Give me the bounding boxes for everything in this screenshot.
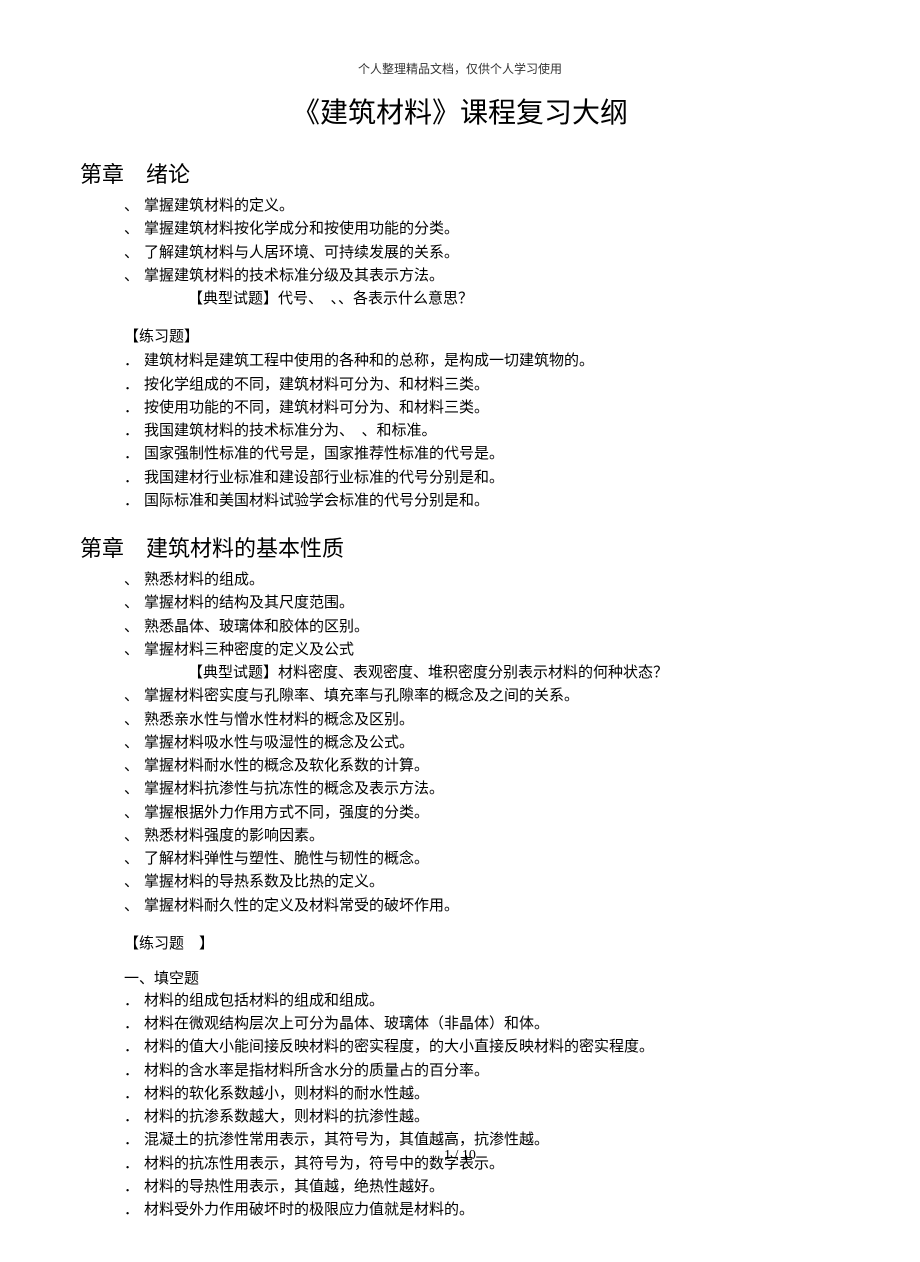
list-item: 掌握材料耐水性的概念及软化系数的计算。	[124, 755, 840, 778]
list-item: 了解材料弹性与塑性、脆性与韧性的概念。	[124, 848, 840, 871]
list-item: 材料的组成包括材料的组成和组成。	[124, 990, 840, 1013]
chapter-1-typical: 【典型试题】代号、 、、各表示什么意思？	[188, 288, 840, 311]
list-item: 我国建筑材料的技术标准分为、 、和标准。	[124, 420, 840, 443]
list-item: 熟悉亲水性与憎水性材料的概念及区别。	[124, 709, 840, 732]
list-item: 我国建材行业标准和建设部行业标准的代号分别是和。	[124, 467, 840, 490]
chapter-2-section1-label: 一、填空题	[124, 967, 840, 988]
document-page: 个人整理精品文档，仅供个人学习使用 《建筑材料》课程复习大纲 第章 绪论 掌握建…	[0, 0, 920, 1262]
list-item: 掌握材料的结构及其尺度范围。	[124, 592, 840, 615]
chapter-1-exercise-label: 【练习题】	[124, 325, 840, 346]
list-item: 掌握材料密实度与孔隙率、填充率与孔隙率的概念及之间的关系。	[124, 685, 840, 708]
list-item: 材料的值大小能间接反映材料的密实程度，的大小直接反映材料的密实程度。	[124, 1036, 840, 1059]
list-item: 按使用功能的不同，建筑材料可分为、和材料三类。	[124, 397, 840, 420]
list-item: 国家强制性标准的代号是，国家推荐性标准的代号是。	[124, 443, 840, 466]
top-note: 个人整理精品文档，仅供个人学习使用	[80, 60, 840, 77]
list-item: 材料在微观结构层次上可分为晶体、玻璃体（非晶体）和体。	[124, 1013, 840, 1036]
list-item: 掌握材料三种密度的定义及公式	[124, 639, 840, 662]
chapter-1-exercises: 建筑材料是建筑工程中使用的各种和的总称，是构成一切建筑物的。 按化学组成的不同，…	[124, 350, 840, 513]
chapter-2-exercises: 材料的组成包括材料的组成和组成。 材料在微观结构层次上可分为晶体、玻璃体（非晶体…	[124, 990, 840, 1223]
chapter-1-points: 掌握建筑材料的定义。 掌握建筑材料按化学成分和按使用功能的分类。 了解建筑材料与…	[124, 195, 840, 288]
list-item: 掌握材料抗渗性与抗冻性的概念及表示方法。	[124, 778, 840, 801]
list-item: 了解建筑材料与人居环境、可持续发展的关系。	[124, 242, 840, 265]
chapter-2-points-b: 掌握材料密实度与孔隙率、填充率与孔隙率的概念及之间的关系。 熟悉亲水性与憎水性材…	[124, 685, 840, 918]
list-item: 材料的含水率是指材料所含水分的质量占的百分率。	[124, 1060, 840, 1083]
list-item: 按化学组成的不同，建筑材料可分为、和材料三类。	[124, 374, 840, 397]
list-item: 熟悉晶体、玻璃体和胶体的区别。	[124, 616, 840, 639]
document-title: 《建筑材料》课程复习大纲	[80, 91, 840, 131]
list-item: 掌握材料吸水性与吸湿性的概念及公式。	[124, 732, 840, 755]
list-item: 材料的导热性用表示，其值越，绝热性越好。	[124, 1176, 840, 1199]
chapter-2-typical: 【典型试题】材料密度、表观密度、堆积密度分别表示材料的何种状态？	[188, 662, 840, 685]
chapter-2-title: 第章 建筑材料的基本性质	[80, 531, 840, 563]
list-item: 材料受外力作用破坏时的极限应力值就是材料的。	[124, 1199, 840, 1222]
list-item: 材料的软化系数越小，则材料的耐水性越。	[124, 1083, 840, 1106]
list-item: 掌握建筑材料的技术标准分级及其表示方法。	[124, 265, 840, 288]
chapter-1-title: 第章 绪论	[80, 157, 840, 189]
chapter-2-exercise-label: 【练习题 】	[124, 932, 840, 953]
list-item: 掌握材料的导热系数及比热的定义。	[124, 871, 840, 894]
list-item: 熟悉材料的组成。	[124, 569, 840, 592]
list-item: 建筑材料是建筑工程中使用的各种和的总称，是构成一切建筑物的。	[124, 350, 840, 373]
page-footer: 1 / 10	[0, 1148, 920, 1164]
list-item: 国际标准和美国材料试验学会标准的代号分别是和。	[124, 490, 840, 513]
list-item: 熟悉材料强度的影响因素。	[124, 825, 840, 848]
list-item: 掌握建筑材料的定义。	[124, 195, 840, 218]
list-item: 材料的抗渗系数越大，则材料的抗渗性越。	[124, 1106, 840, 1129]
list-item: 掌握材料耐久性的定义及材料常受的破坏作用。	[124, 895, 840, 918]
chapter-2-points-a: 熟悉材料的组成。 掌握材料的结构及其尺度范围。 熟悉晶体、玻璃体和胶体的区别。 …	[124, 569, 840, 662]
list-item: 掌握建筑材料按化学成分和按使用功能的分类。	[124, 218, 840, 241]
list-item: 掌握根据外力作用方式不同，强度的分类。	[124, 802, 840, 825]
